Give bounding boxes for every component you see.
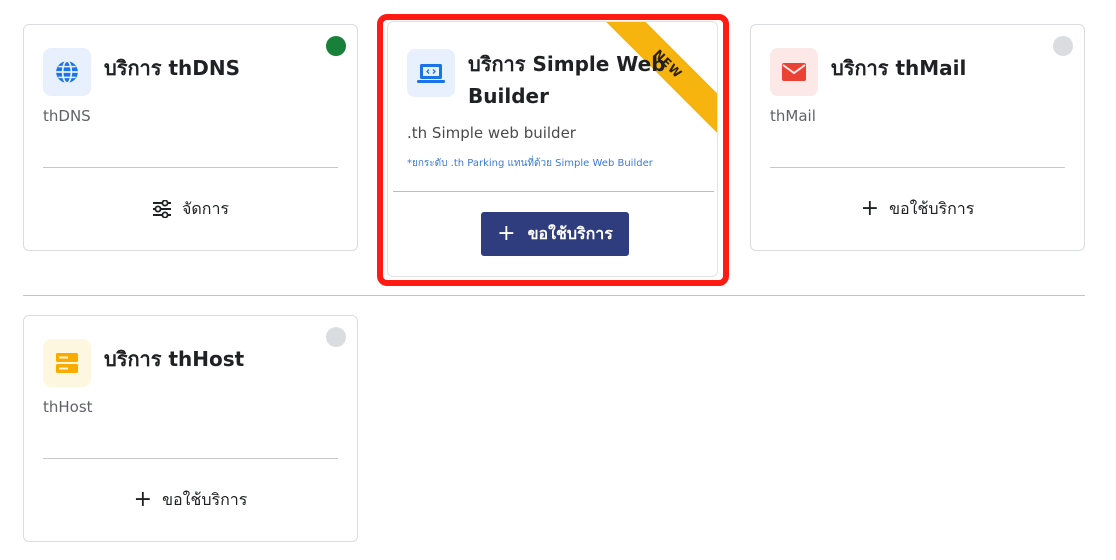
card-title: บริการ Simple Web Builder bbox=[468, 52, 666, 108]
mail-icon-tile bbox=[770, 48, 818, 96]
request-service-button[interactable]: + ขอใช้บริการ bbox=[751, 191, 1084, 227]
request-service-button-label: ขอใช้บริการ bbox=[527, 223, 613, 243]
server-icon bbox=[56, 353, 78, 373]
service-card-simple-web-builder: NEW บริการ Simple Web Builder .th Simple… bbox=[387, 21, 718, 277]
card-title: บริการ thHost bbox=[104, 347, 245, 371]
plus-icon: + bbox=[133, 487, 153, 512]
card-divider bbox=[43, 458, 338, 459]
status-dot-active bbox=[326, 36, 346, 56]
card-divider bbox=[770, 167, 1065, 168]
card-divider bbox=[393, 191, 714, 192]
status-dot-inactive bbox=[326, 327, 346, 347]
globe-icon bbox=[56, 60, 78, 84]
service-card-thmail: บริการ thMail thMail + ขอใช้บริการ bbox=[750, 24, 1085, 251]
plus-icon: + bbox=[497, 221, 516, 246]
mail-icon bbox=[782, 63, 806, 81]
card-subtitle: thHost bbox=[43, 398, 93, 416]
service-card-thhost: บริการ thHost thHost + ขอใช้บริการ bbox=[23, 315, 358, 542]
card-subtitle: thMail bbox=[770, 107, 816, 125]
card-subtitle: thDNS bbox=[43, 107, 91, 125]
request-service-button-label: ขอใช้บริการ bbox=[889, 198, 975, 218]
card-title: บริการ thDNS bbox=[104, 56, 241, 80]
card-title: บริการ thMail bbox=[831, 56, 967, 80]
section-divider bbox=[23, 295, 1085, 296]
manage-button[interactable]: จัดการ bbox=[24, 191, 357, 227]
globe-icon-tile bbox=[43, 48, 91, 96]
card-subtitle: .th Simple web builder bbox=[407, 124, 576, 142]
request-service-button[interactable]: + ขอใช้บริการ bbox=[481, 212, 629, 256]
service-card-thdns: บริการ thDNS thDNS จัดการ bbox=[23, 24, 358, 251]
manage-button-label: จัดการ bbox=[181, 198, 230, 218]
sliders-icon bbox=[152, 200, 171, 218]
laptop-code-icon-tile bbox=[407, 49, 455, 97]
laptop-code-icon bbox=[417, 64, 445, 83]
plus-icon: + bbox=[860, 196, 880, 221]
request-service-button-label: ขอใช้บริการ bbox=[162, 489, 248, 509]
request-service-button[interactable]: + ขอใช้บริการ bbox=[24, 482, 357, 518]
status-dot-inactive bbox=[1053, 36, 1073, 56]
card-note: *ยกระดับ .th Parking แทนที่ด้วย Simple W… bbox=[407, 158, 653, 169]
card-divider bbox=[43, 167, 338, 168]
server-icon-tile bbox=[43, 339, 91, 387]
